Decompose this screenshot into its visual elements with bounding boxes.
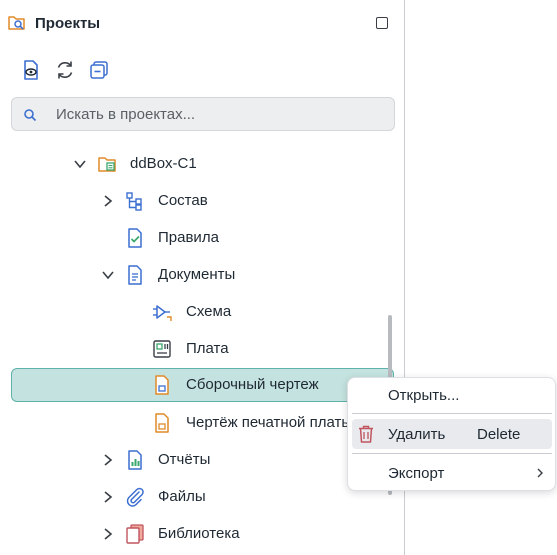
refresh-icon[interactable] <box>54 59 76 81</box>
chevron-down-icon[interactable] <box>72 156 88 172</box>
chevron-right-icon[interactable] <box>100 526 116 542</box>
chevron-down-icon[interactable] <box>100 267 116 283</box>
tree-item-board[interactable]: Плата <box>0 331 404 367</box>
pcb-drawing-icon <box>155 413 169 433</box>
tree-item-documents[interactable]: Документы <box>0 257 404 293</box>
menu-item-label: Удалить <box>388 426 446 443</box>
tree-item-assembly-drawing[interactable]: Сборочный чертеж <box>0 367 404 403</box>
tree-item-rules[interactable]: Правила <box>0 220 404 256</box>
board-icon <box>153 340 171 358</box>
reports-icon <box>128 450 142 470</box>
rules-icon <box>128 228 142 248</box>
hierarchy-icon <box>126 192 142 211</box>
tree-item-reports[interactable]: Отчёты <box>0 442 404 478</box>
tree-item-label: Плата <box>186 340 229 357</box>
menu-separator <box>352 413 552 414</box>
tree-item-label: Схема <box>186 303 232 320</box>
tree-item-label: Библиотека <box>158 525 240 542</box>
maximize-icon[interactable] <box>376 17 388 29</box>
context-menu: Открыть... Удалить Delete Экспорт <box>347 377 556 491</box>
tree-item-composition[interactable]: Состав <box>0 183 404 219</box>
menu-separator <box>352 453 552 454</box>
tree-item-library[interactable]: Библиотека <box>0 516 404 552</box>
tree-item-label: Документы <box>158 266 236 283</box>
project-icon <box>98 157 116 172</box>
search-icon <box>24 109 37 122</box>
menu-item-export[interactable]: Экспорт <box>348 458 555 488</box>
chevron-right-icon[interactable] <box>100 193 116 209</box>
menu-item-label: Открыть... <box>388 387 460 404</box>
tree-item-label: Файлы <box>158 488 206 505</box>
tree-item-label: Сборочный чертеж <box>186 376 319 393</box>
documents-icon <box>128 265 142 285</box>
library-icon <box>126 524 144 544</box>
search-field[interactable] <box>11 97 395 131</box>
tree-item-schematic[interactable]: Схема <box>0 294 404 330</box>
search-input[interactable] <box>56 104 386 124</box>
schematic-icon <box>153 305 172 321</box>
panel-title: Проекты <box>35 15 101 32</box>
chevron-right-icon[interactable] <box>100 452 116 468</box>
view-document-icon[interactable] <box>20 59 42 81</box>
tree-item-label: Чертёж печатной платы <box>186 414 353 431</box>
chevron-right-icon <box>537 468 543 478</box>
tree-item-label: Отчёты <box>158 451 211 468</box>
menu-item-open[interactable]: Открыть... <box>348 380 555 410</box>
menu-item-shortcut: Delete <box>477 426 521 443</box>
tree-item-label: Состав <box>158 192 208 209</box>
menu-item-label: Экспорт <box>388 465 445 482</box>
menu-item-hover-bg <box>352 419 552 449</box>
tree-item-pcb-drawing[interactable]: Чертёж печатной платы <box>0 405 404 441</box>
menu-item-delete[interactable]: Удалить Delete <box>348 419 555 449</box>
tree-item-label: ddBox-C1 <box>130 155 197 172</box>
tree-item-label: Правила <box>158 229 219 246</box>
tree-item-files[interactable]: Файлы <box>0 479 404 515</box>
chevron-right-icon[interactable] <box>100 489 116 505</box>
projects-panel: Проекты ddBox-C1 <box>0 0 405 555</box>
collapse-all-icon[interactable] <box>88 59 110 81</box>
trash-icon <box>359 425 373 443</box>
projects-folder-search-icon <box>8 16 25 30</box>
paperclip-icon <box>126 487 144 507</box>
assembly-drawing-icon <box>155 375 169 395</box>
tree-item-project[interactable]: ddBox-C1 <box>0 146 404 182</box>
